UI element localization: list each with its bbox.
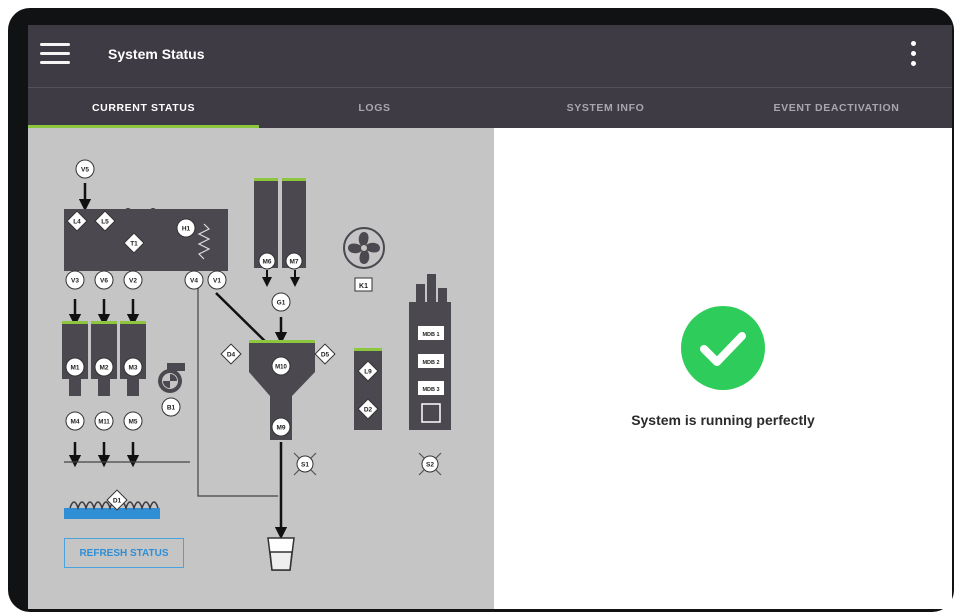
valve-v4-label: V4 bbox=[190, 278, 198, 285]
mixing-tank bbox=[64, 209, 228, 271]
refresh-status-button[interactable]: REFRESH STATUS bbox=[64, 538, 184, 568]
motor-m10-label: M10 bbox=[275, 365, 287, 371]
door-d4-label: D4 bbox=[227, 352, 236, 359]
motor-m6-label: M6 bbox=[262, 259, 271, 266]
motor-m4-label: M4 bbox=[70, 419, 79, 426]
tab-bar: CURRENT STATUS LOGS SYSTEM INFO EVENT DE… bbox=[28, 87, 952, 128]
level-l4-label: L4 bbox=[73, 219, 81, 226]
valve-v5-label: V5 bbox=[81, 167, 89, 174]
mdb-2-label: MDB 2 bbox=[422, 360, 439, 366]
status-message: System is running perfectly bbox=[631, 412, 815, 428]
door-d2-label: D2 bbox=[364, 407, 373, 414]
tab-event-deactivation[interactable]: EVENT DEACTIVATION bbox=[721, 88, 952, 128]
level-l5-label: L5 bbox=[101, 219, 109, 226]
motor-m7-label: M7 bbox=[289, 259, 298, 266]
mdb-3-label: MDB 3 bbox=[422, 387, 439, 393]
motor-m1-label: M1 bbox=[70, 365, 79, 372]
door-d5-label: D5 bbox=[321, 352, 330, 359]
mdb-cabinet: MDB 1 MDB 2 MDB 3 bbox=[409, 274, 451, 430]
gate-g1-label: G1 bbox=[277, 300, 286, 307]
sensor-s1-label: S1 bbox=[301, 462, 309, 469]
menu-icon[interactable] bbox=[40, 43, 70, 65]
door-d1-label: D1 bbox=[113, 498, 122, 505]
tab-logs[interactable]: LOGS bbox=[259, 88, 490, 128]
temp-t1-label: T1 bbox=[130, 241, 138, 248]
valve-v1-label: V1 bbox=[213, 278, 221, 285]
tab-system-info[interactable]: SYSTEM INFO bbox=[490, 88, 721, 128]
check-circle-icon bbox=[681, 306, 765, 390]
valve-v6-label: V6 bbox=[100, 278, 108, 285]
blower-b1-label: B1 bbox=[167, 405, 176, 412]
fan-label: K1 bbox=[359, 283, 368, 290]
sensor-s2-label: S2 bbox=[426, 462, 434, 469]
machine-diagram: MDB 1 MDB 2 MDB 3 K1 V5 L4 L5 T1 H1 V3 V… bbox=[62, 159, 451, 571]
heater-h1-label: H1 bbox=[182, 226, 191, 233]
motor-m5-label: M5 bbox=[128, 419, 137, 426]
blower-icon bbox=[158, 363, 185, 393]
motor-m9-label: M9 bbox=[276, 425, 285, 432]
tab-current-status[interactable]: CURRENT STATUS bbox=[28, 88, 259, 128]
status-panel: System is running perfectly bbox=[494, 128, 952, 609]
more-options-icon[interactable] bbox=[906, 41, 920, 69]
machine-diagram-panel: MDB 1 MDB 2 MDB 3 K1 V5 L4 L5 T1 H1 V3 V… bbox=[28, 128, 494, 609]
valve-v2-label: V2 bbox=[129, 278, 137, 285]
motor-m3-label: M3 bbox=[128, 365, 137, 372]
motor-m2-label: M2 bbox=[99, 365, 108, 372]
valve-v3-label: V3 bbox=[71, 278, 79, 285]
tablet-frame: System Status CURRENT STATUS LOGS SYSTEM… bbox=[8, 8, 954, 612]
motor-m11-label: M11 bbox=[98, 420, 110, 426]
page-title: System Status bbox=[108, 46, 205, 62]
screen: System Status CURRENT STATUS LOGS SYSTEM… bbox=[28, 25, 952, 609]
mdb-1-label: MDB 1 bbox=[422, 332, 439, 338]
level-l9-label: L9 bbox=[364, 369, 372, 376]
fan-icon bbox=[343, 227, 385, 269]
app-bar: System Status bbox=[28, 25, 952, 87]
